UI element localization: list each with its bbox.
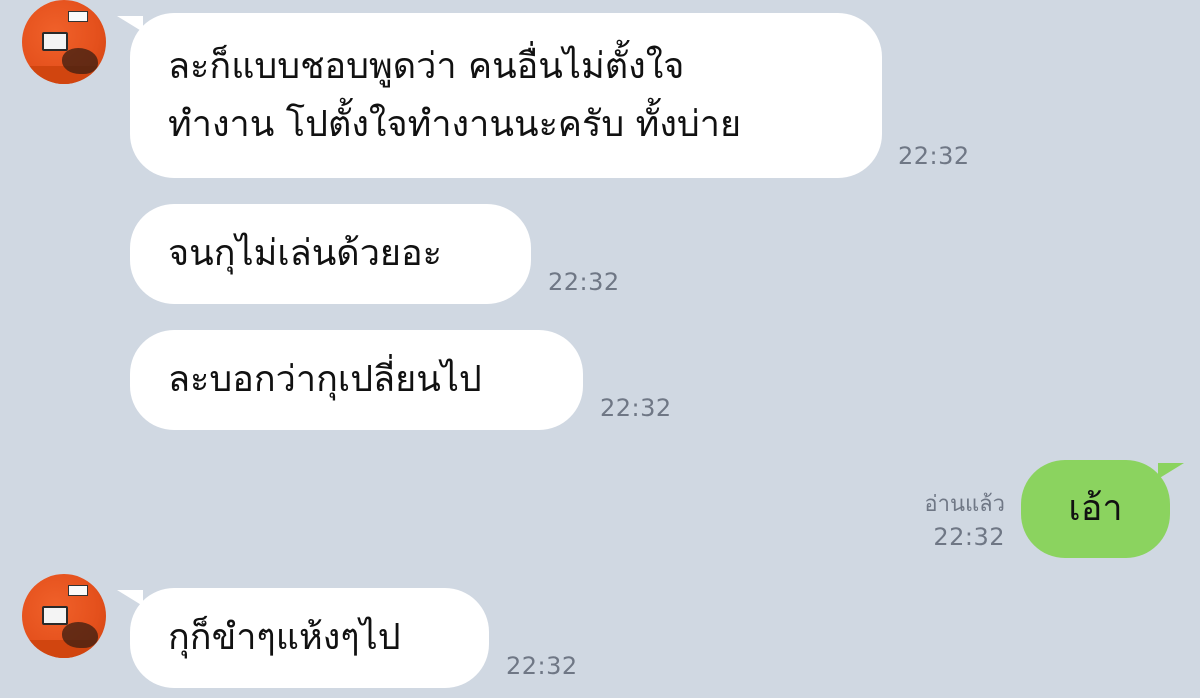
message-text: กุก็ขำๆแห้งๆไป (168, 617, 401, 658)
avatar-sign-shape (68, 11, 88, 22)
avatar-figure-shape (62, 622, 98, 648)
message-bubble-incoming[interactable]: ละก็แบบชอบพูดว่า คนอื่นไม่ตั้งใจ ทำงาน โ… (130, 13, 882, 178)
avatar-screen-shape (42, 606, 68, 625)
message-bubble-incoming[interactable]: จนกุไม่เล่นด้วยอะ (130, 204, 531, 304)
message-bubble-outgoing[interactable]: เอ้า (1021, 460, 1170, 558)
message-line: ทำงาน โปตั้งใจทำงานนะครับ ทั้งบ่าย (168, 103, 742, 145)
message-bubble-incoming[interactable]: ละบอกว่ากุเปลี่ยนไป (130, 330, 583, 430)
contact-avatar[interactable] (22, 574, 106, 658)
message-line: ละก็แบบชอบพูดว่า คนอื่นไม่ตั้งใจ (168, 45, 685, 87)
bubble-tail (1158, 463, 1184, 479)
message-meta-outgoing: อ่านแล้ว 22:32 (880, 490, 1005, 554)
avatar-sign-shape (68, 585, 88, 596)
message-timestamp: 22:32 (933, 523, 1005, 551)
message-timestamp: 22:32 (898, 142, 970, 170)
contact-avatar[interactable] (22, 0, 106, 84)
chat-area: ละก็แบบชอบพูดว่า คนอื่นไม่ตั้งใจ ทำงาน โ… (0, 0, 1200, 698)
message-text: ละก็แบบชอบพูดว่า คนอื่นไม่ตั้งใจ ทำงาน โ… (168, 38, 741, 154)
read-receipt: อ่านแล้ว (924, 492, 1005, 517)
message-text: จนกุไม่เล่นด้วยอะ (168, 233, 442, 274)
message-text: ละบอกว่ากุเปลี่ยนไป (168, 359, 482, 400)
avatar-figure-shape (62, 48, 98, 74)
message-bubble-incoming[interactable]: กุก็ขำๆแห้งๆไป (130, 588, 489, 688)
message-timestamp: 22:32 (548, 268, 620, 296)
message-timestamp: 22:32 (600, 394, 672, 422)
avatar-screen-shape (42, 32, 68, 51)
message-text: เอ้า (1068, 488, 1123, 529)
message-timestamp: 22:32 (506, 652, 578, 680)
